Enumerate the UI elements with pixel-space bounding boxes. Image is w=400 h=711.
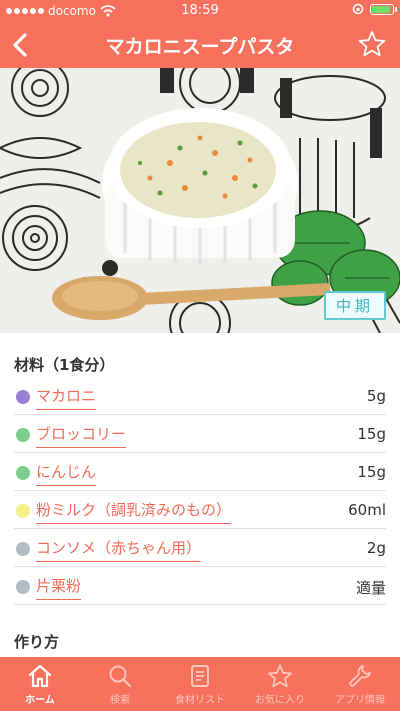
rotation-lock-icon xyxy=(352,3,364,15)
tab-label: 食材リスト xyxy=(175,695,225,706)
ingredient-dot xyxy=(16,504,30,518)
favorite-star-button[interactable] xyxy=(358,30,386,58)
tab-favorites[interactable]: お気に入り xyxy=(240,657,320,711)
list-icon xyxy=(191,665,209,687)
ingredient-row: コンソメ（赤ちゃん用） 2g xyxy=(14,529,386,567)
wrench-icon xyxy=(349,665,371,687)
tab-bar: ホーム 検索 食材リスト お気に入り アプリ情報 xyxy=(0,657,400,711)
tab-label: 検索 xyxy=(110,695,130,706)
ingredient-row: ブロッコリー 15g xyxy=(14,415,386,453)
ingredient-link[interactable]: 粉ミルク（調乳済みのもの） xyxy=(36,499,232,524)
ingredient-link[interactable]: ブロッコリー xyxy=(36,423,127,448)
tab-label: ホーム xyxy=(25,695,55,706)
tab-label: お気に入り xyxy=(255,695,305,706)
ingredient-link[interactable]: にんじん xyxy=(36,461,97,486)
ingredient-amount: 5g xyxy=(366,387,386,405)
page-title: マカロニスープパスタ xyxy=(105,36,295,58)
back-button[interactable] xyxy=(8,30,34,60)
ingredients-title: 材料（1食分） xyxy=(14,356,115,374)
clock: 18:59 xyxy=(181,3,219,18)
ingredient-amount: 15g xyxy=(357,425,386,443)
ingredient-amount: 60ml xyxy=(348,501,386,519)
ingredient-amount: 15g xyxy=(357,463,386,481)
star-icon xyxy=(268,664,292,688)
ingredient-link[interactable]: 片栗粉 xyxy=(36,575,82,600)
ingredient-row: 片栗粉 適量 xyxy=(14,567,386,605)
ingredient-row: マカロニ 5g xyxy=(14,377,386,415)
tab-food-list[interactable]: 食材リスト xyxy=(160,657,240,711)
battery-icon xyxy=(370,3,397,15)
search-icon xyxy=(109,665,132,688)
ingredient-amount: 2g xyxy=(366,539,386,557)
nav-bar: マカロニスープパスタ xyxy=(0,22,400,68)
ingredient-link[interactable]: マカロニ xyxy=(36,385,97,410)
tab-home[interactable]: ホーム xyxy=(0,657,80,711)
ingredient-row: にんじん 15g xyxy=(14,453,386,491)
ingredient-dot xyxy=(16,428,30,442)
method-title: 作り方 xyxy=(14,633,60,651)
ingredient-dot xyxy=(16,390,30,404)
ingredient-amount: 適量 xyxy=(355,579,386,597)
tab-app-info[interactable]: アプリ情報 xyxy=(320,657,400,711)
header: docomo 18:59 マカロニスープパスタ xyxy=(0,0,400,68)
home-icon xyxy=(28,664,52,688)
stage-badge: 中期 xyxy=(323,291,386,320)
recipe-photo: 中期 xyxy=(0,68,400,333)
status-bar: docomo 18:59 xyxy=(0,0,400,22)
ingredient-dot xyxy=(16,542,30,556)
ingredient-row: 粉ミルク（調乳済みのもの） 60ml xyxy=(14,491,386,529)
tab-label: アプリ情報 xyxy=(335,695,385,706)
tab-search[interactable]: 検索 xyxy=(80,657,160,711)
ingredient-dot xyxy=(16,466,30,480)
ingredient-dot xyxy=(16,580,30,594)
ingredient-link[interactable]: コンソメ（赤ちゃん用） xyxy=(36,537,202,562)
